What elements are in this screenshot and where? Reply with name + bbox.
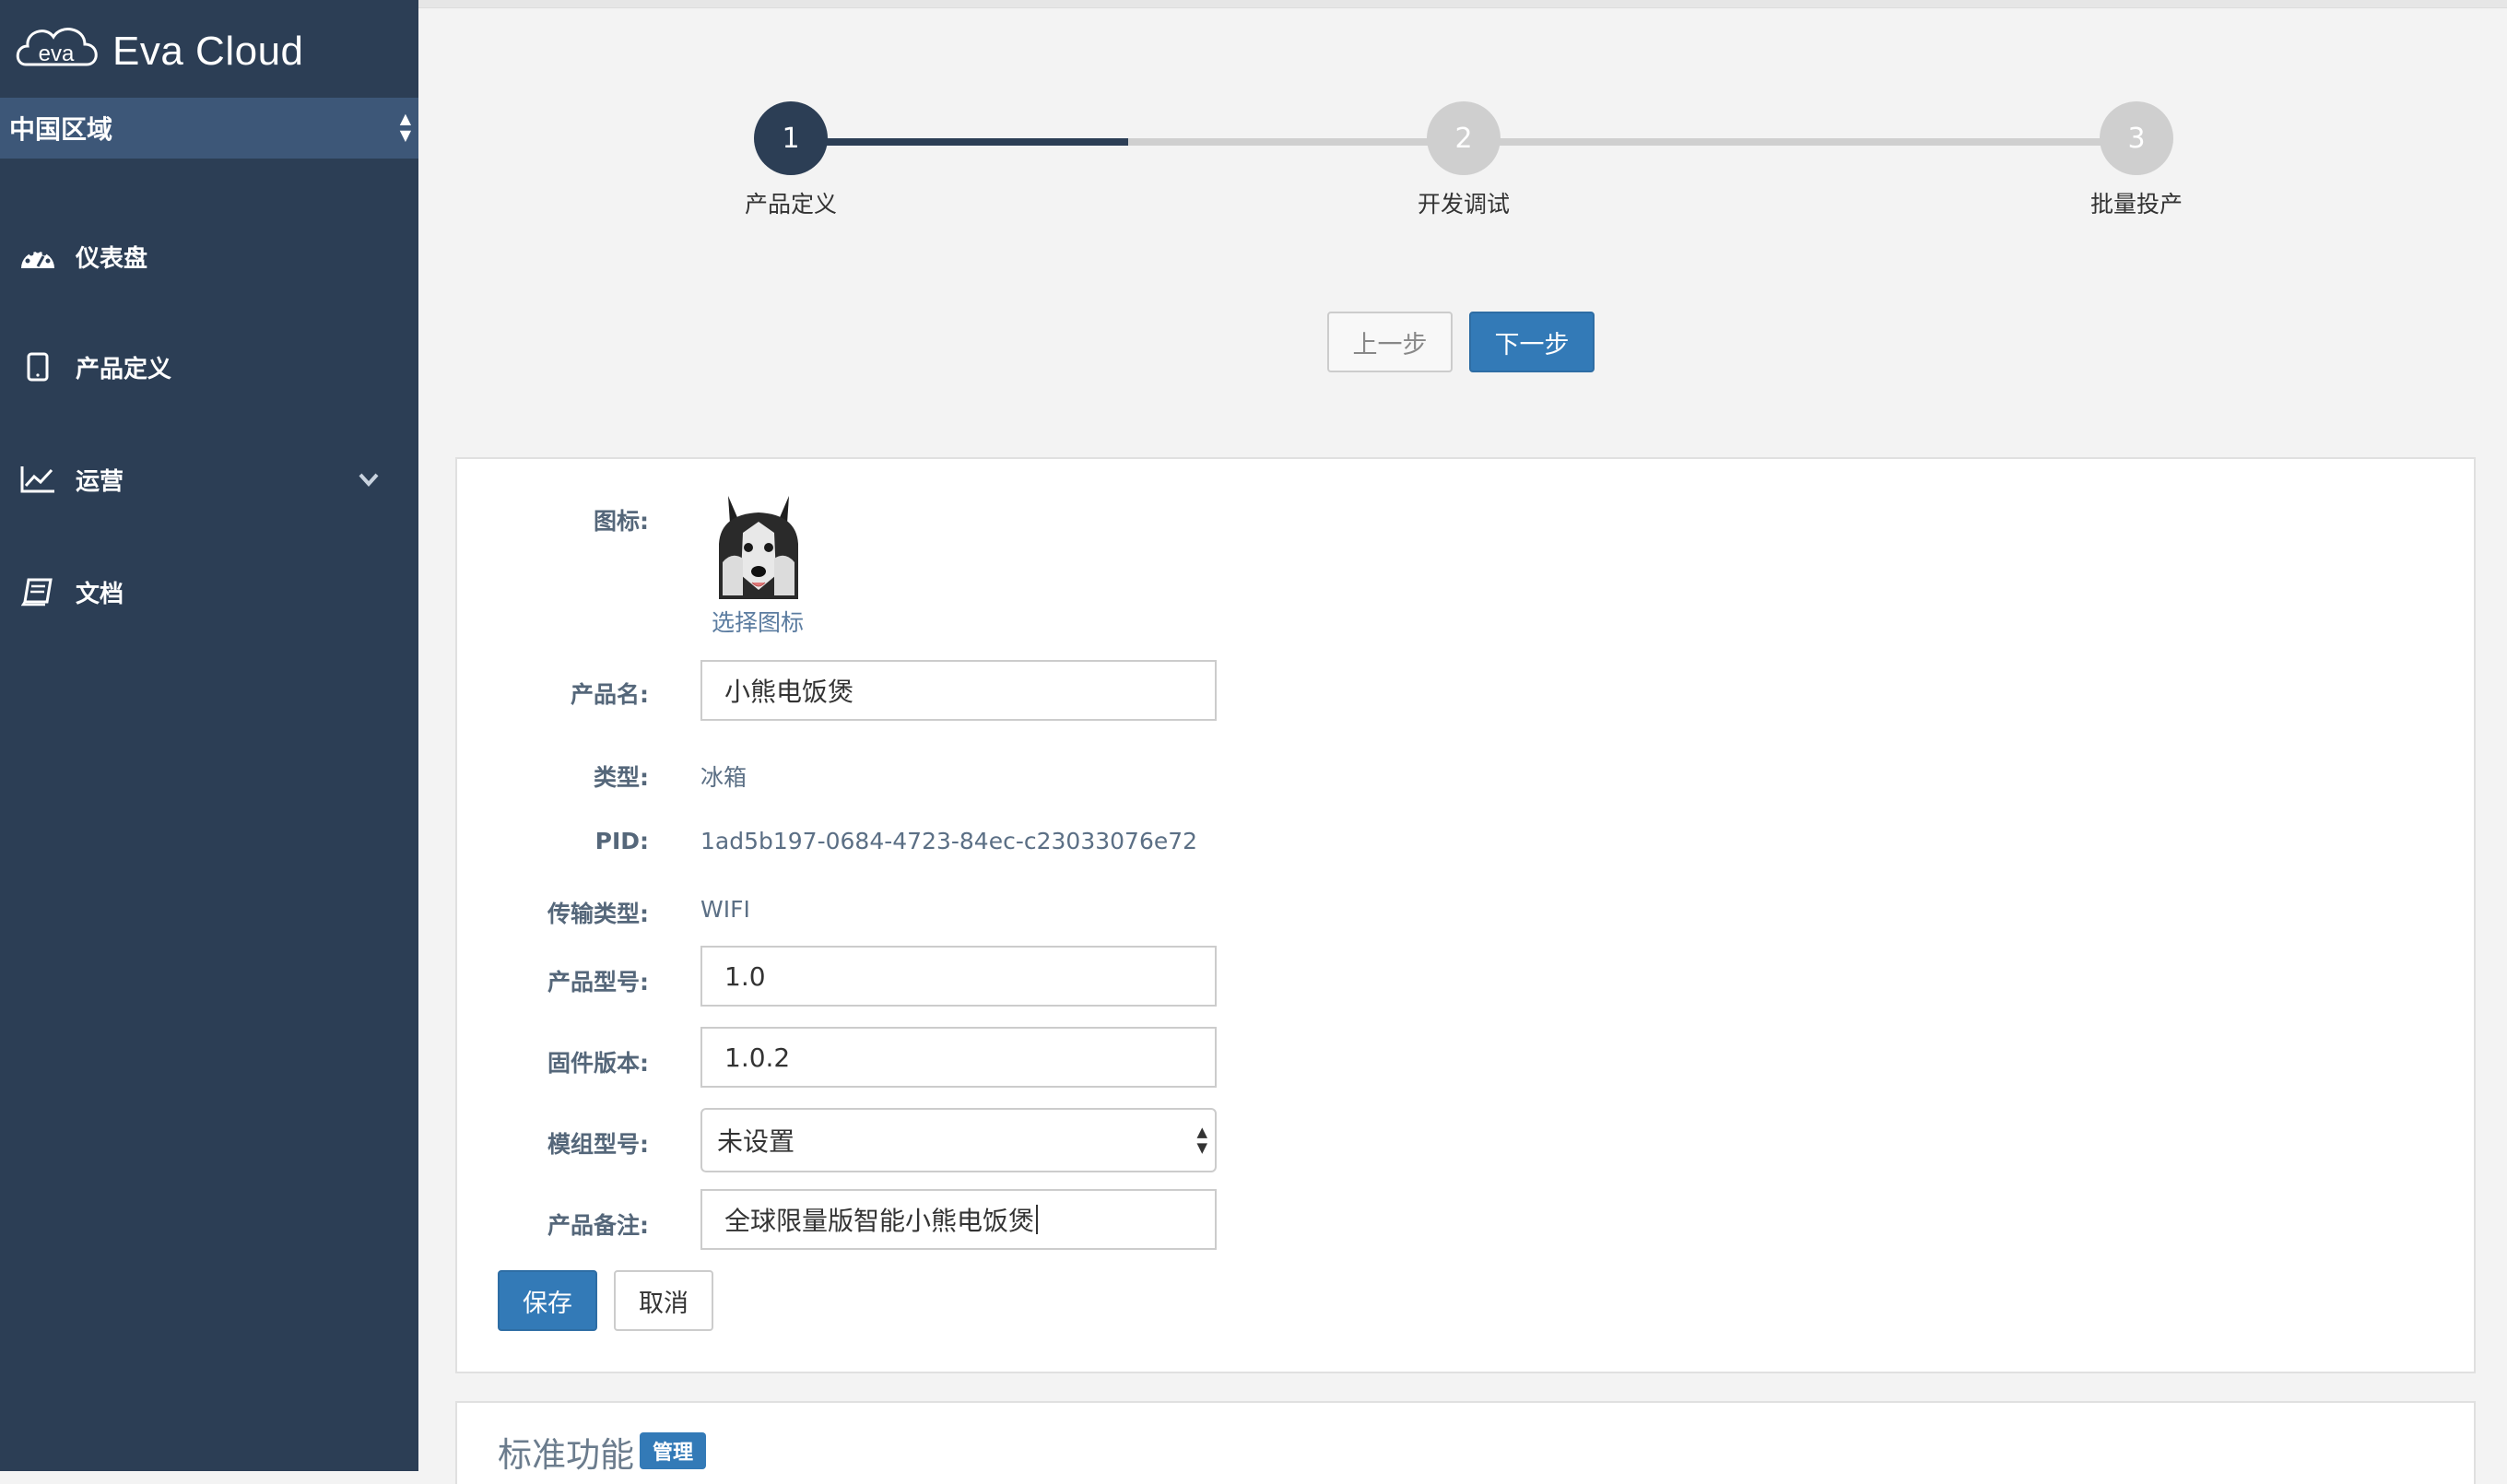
step-3-circle: 3	[2100, 101, 2173, 175]
sidebar-item-product-definition[interactable]: 产品定义	[0, 330, 418, 404]
pid-value: 1ad5b197-0684-4723-84ec-c23033076e72	[700, 828, 1198, 854]
updown-arrows-icon: ▲ ▼	[1196, 1124, 1207, 1156]
module-select[interactable]: 未设置 ▲ ▼	[700, 1108, 1217, 1172]
top-border	[418, 0, 2507, 8]
region-label: 中国区域	[9, 114, 113, 145]
sidebar-item-operations[interactable]: 运营	[0, 442, 418, 516]
manage-badge[interactable]: 管理	[640, 1432, 706, 1469]
line-chart-icon	[18, 460, 57, 499]
remark-input[interactable]: 全球限量版智能小熊电饭煲	[700, 1189, 1217, 1250]
svg-text:eva: eva	[39, 41, 75, 66]
book-icon	[18, 572, 57, 611]
tablet-icon	[18, 347, 57, 386]
updown-arrows-icon: ▲ ▼	[399, 110, 411, 144]
prev-step-button[interactable]: 上一步	[1327, 312, 1453, 372]
step-2-label: 开发调试	[1417, 191, 1510, 218]
eva-logo-icon: eva	[16, 28, 98, 66]
remark-label: 产品备注:	[547, 1212, 649, 1239]
sidebar-item-label: 仪表盘	[76, 244, 148, 273]
model-input[interactable]: 1.0	[700, 946, 1217, 1007]
remark-value: 全球限量版智能小熊电饭煲	[724, 1206, 1035, 1236]
product-icon[interactable]	[710, 487, 807, 605]
sidebar-item-label: 产品定义	[76, 355, 172, 383]
chevron-down-icon[interactable]	[356, 466, 382, 492]
standard-functions-title: 标准功能	[498, 1435, 634, 1475]
type-label: 类型:	[594, 764, 649, 791]
step-1-label: 产品定义	[744, 191, 837, 218]
sidebar: eva Eva Cloud 中国区域 ▲ ▼ 仪表盘 产品定义 运营 文档	[0, 0, 418, 1471]
transport-value: WIFI	[700, 896, 750, 923]
stepper-progress	[791, 138, 1128, 146]
sidebar-item-label: 运营	[76, 467, 124, 496]
save-button[interactable]: 保存	[498, 1270, 597, 1331]
choose-icon-link[interactable]: 选择图标	[712, 605, 804, 638]
firmware-input[interactable]: 1.0.2	[700, 1027, 1217, 1088]
model-label: 产品型号:	[547, 969, 649, 995]
firmware-label: 固件版本:	[547, 1050, 649, 1077]
product-name-value: 小熊电饭煲	[724, 677, 854, 707]
model-value: 1.0	[724, 960, 766, 992]
product-name-input[interactable]: 小熊电饭煲	[700, 660, 1217, 721]
cancel-button[interactable]: 取消	[614, 1270, 713, 1331]
transport-label: 传输类型:	[547, 901, 649, 927]
pid-label: PID:	[594, 828, 649, 854]
type-value: 冰箱	[700, 764, 747, 791]
brand[interactable]: eva Eva Cloud	[13, 17, 304, 87]
brand-name: Eva Cloud	[112, 29, 304, 74]
step-3-label: 批量投产	[2089, 191, 2183, 218]
sidebar-item-dashboard[interactable]: 仪表盘	[0, 219, 418, 293]
sidebar-item-docs[interactable]: 文档	[0, 555, 418, 629]
module-value: 未设置	[717, 1126, 795, 1157]
module-label: 模组型号:	[547, 1131, 649, 1158]
text-caret	[1036, 1205, 1039, 1234]
next-step-button[interactable]: 下一步	[1469, 312, 1595, 372]
icon-label: 图标:	[594, 508, 649, 535]
product-name-label: 产品名:	[571, 681, 649, 708]
standard-functions-panel	[455, 1401, 2476, 1484]
firmware-value: 1.0.2	[724, 1042, 791, 1073]
sidebar-item-label: 文档	[76, 580, 124, 608]
step-2-circle: 2	[1427, 101, 1501, 175]
region-select[interactable]: 中国区域 ▲ ▼	[0, 98, 418, 159]
dashboard-icon	[18, 237, 57, 276]
step-1-circle: 1	[754, 101, 828, 175]
